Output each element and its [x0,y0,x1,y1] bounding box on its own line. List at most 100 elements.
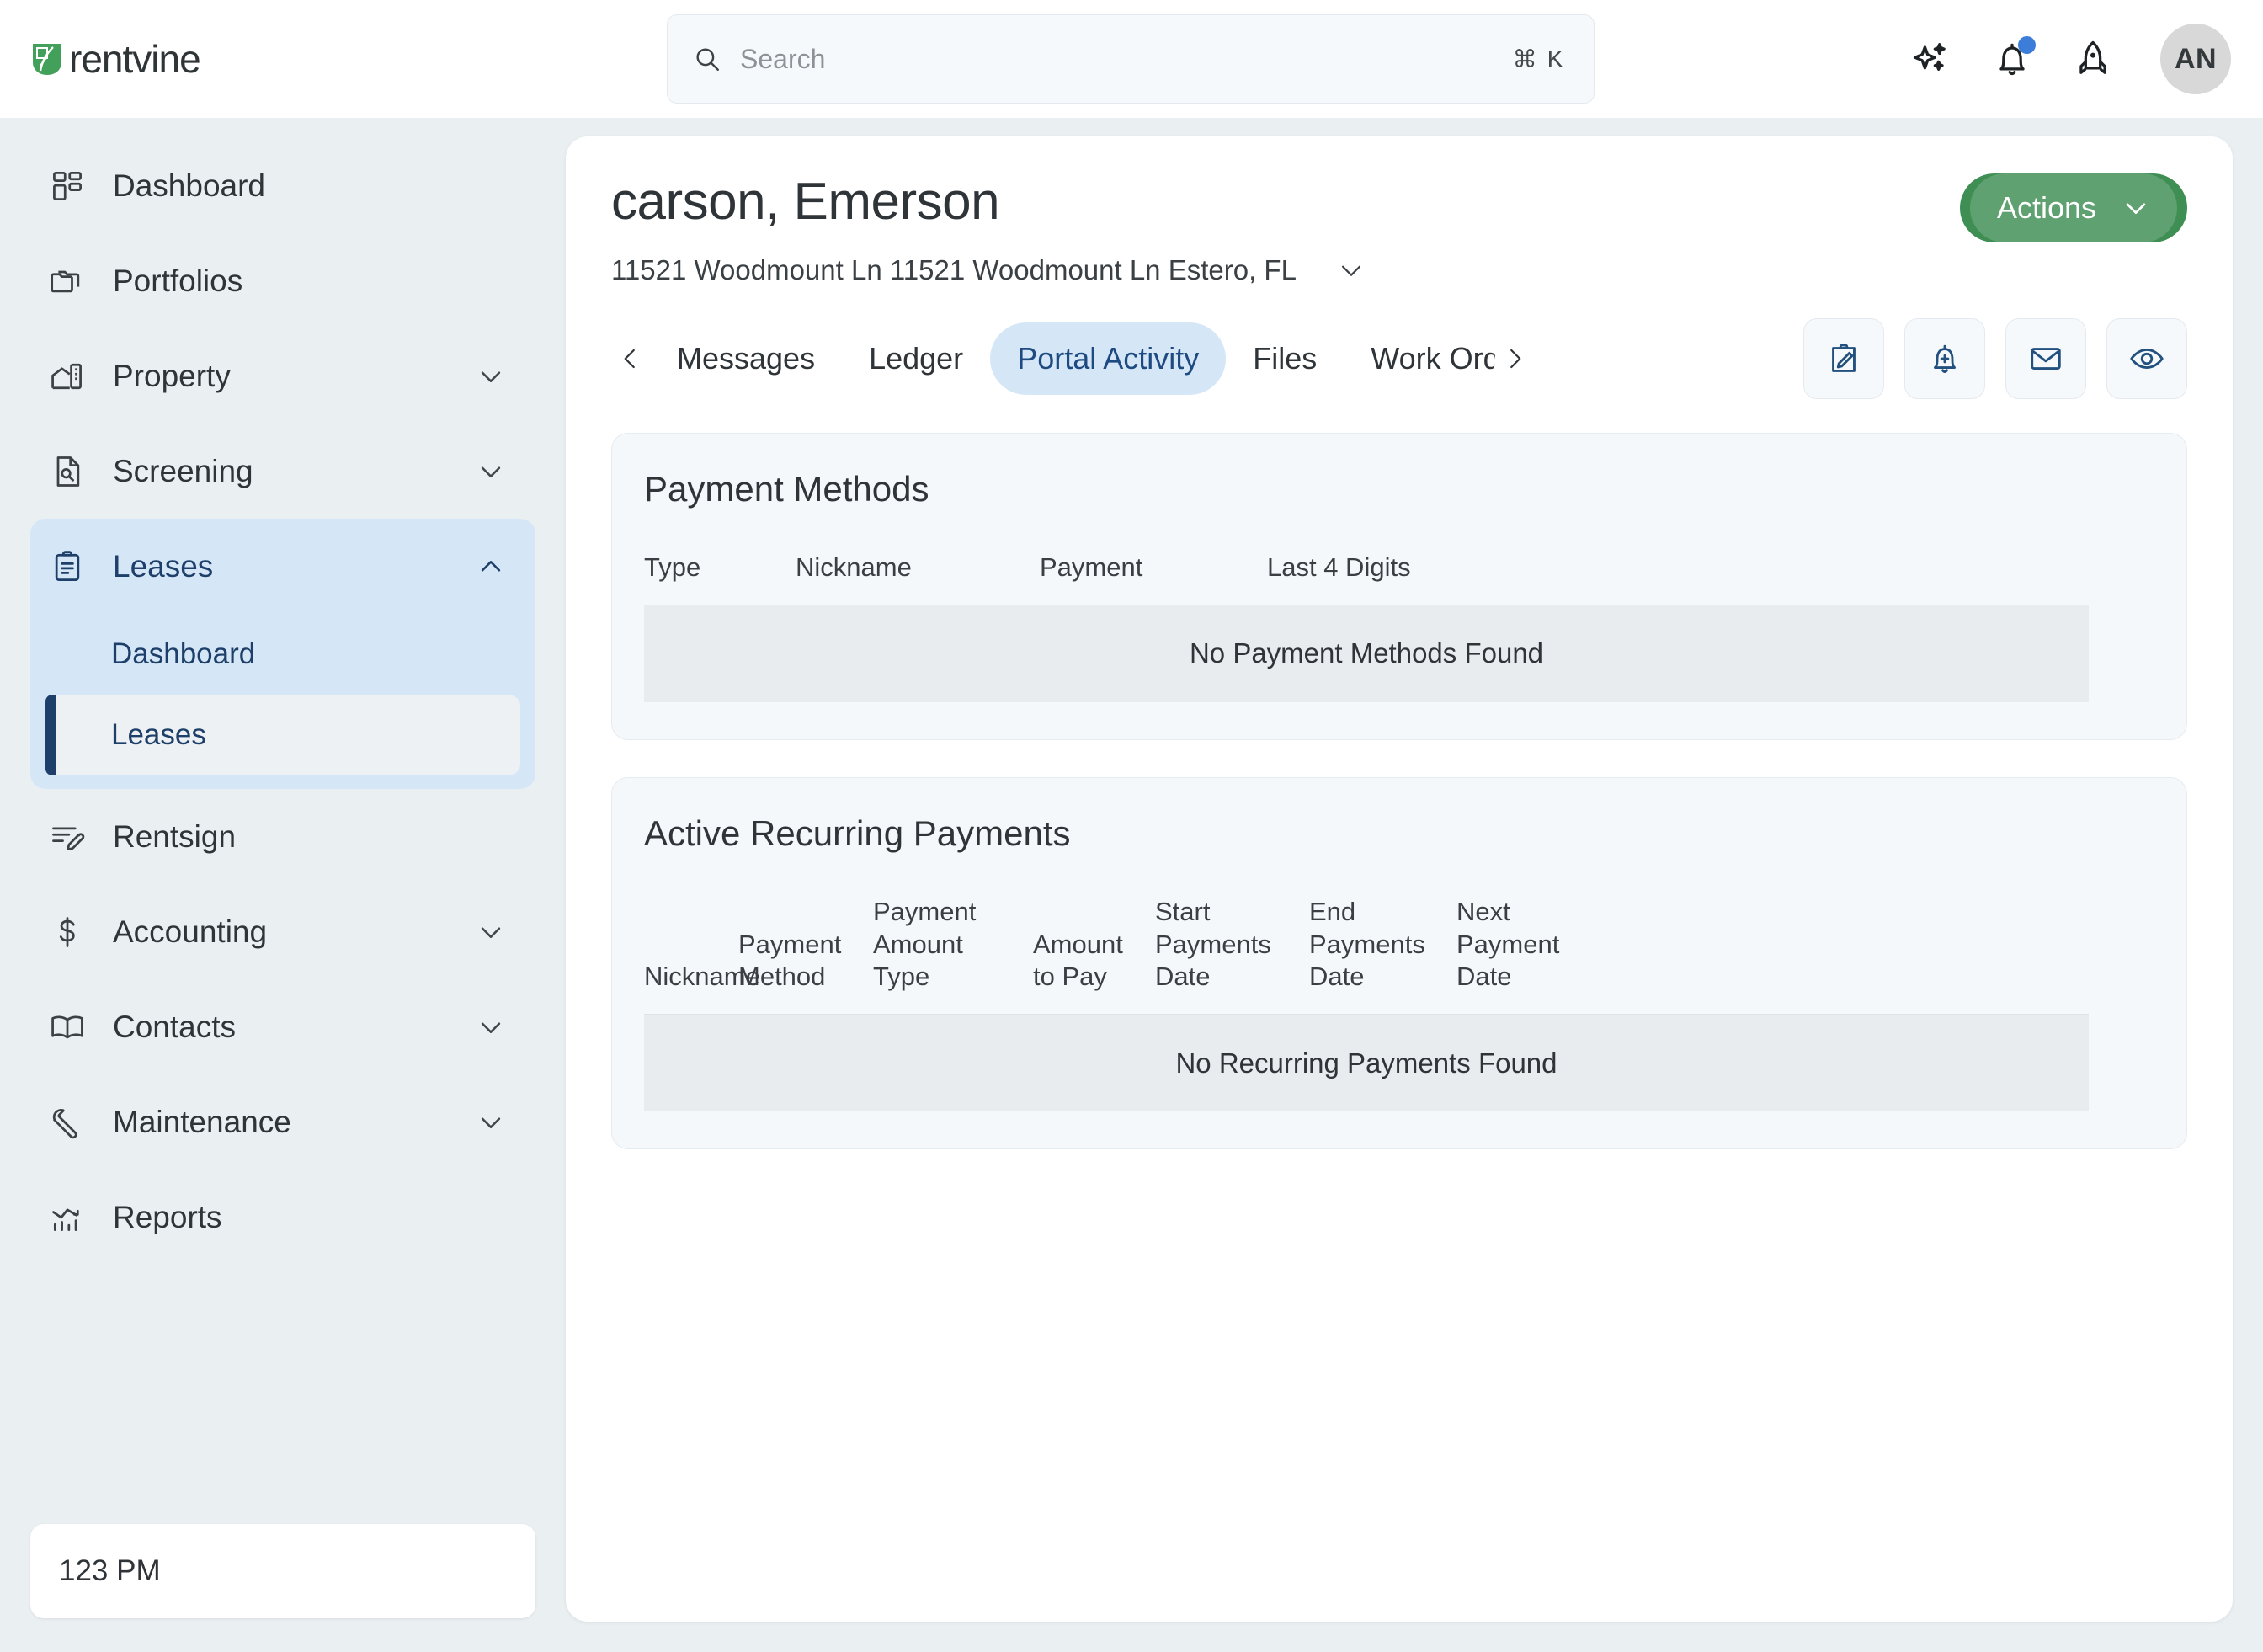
column-header: Start Payments Date [1155,896,1271,992]
view-as-button[interactable] [2106,318,2187,400]
tab-action-buttons [1803,318,2187,400]
column-header: Amount to Pay [1033,929,1123,992]
clipboard-edit-icon [1824,339,1863,378]
sidebar-subitem-leases[interactable]: Leases [45,695,520,775]
payment-methods-table: Type Nickname Payment Last 4 Digits No P… [644,552,2154,702]
column-header: Payment Method [738,929,842,992]
chevron-right-icon[interactable] [1495,339,1534,378]
tab-messages[interactable]: Messages [650,322,842,395]
signature-icon [49,818,86,855]
main-area: carson, Emerson 11521 Woodmount Ln 11521… [566,118,2263,1652]
sidebar-item-label: Contacts [113,1009,237,1044]
tab-portal-activity[interactable]: Portal Activity [990,322,1227,396]
sidebar-item-dashboard[interactable]: Dashboard [30,138,535,233]
time-card: 123 PM [30,1524,535,1618]
sidebar-item-leases[interactable]: Leases [30,519,535,614]
search-icon [693,45,721,73]
brand-logo[interactable]: rentvine [30,36,201,82]
bell-icon[interactable] [1990,36,2036,81]
panel-header: carson, Emerson 11521 Woodmount Ln 11521… [611,173,2187,286]
empty-state-row: No Recurring Payments Found [644,1014,2089,1112]
email-button[interactable] [2005,318,2086,400]
edit-note-button[interactable] [1803,318,1884,400]
sidebar-item-property[interactable]: Property [30,328,535,424]
app-body: Dashboard Portfolios Property Screening … [0,118,2263,1652]
recurring-payments-card: Active Recurring Payments Nickname Payme… [611,776,2187,1150]
sidebar-item-rentsign[interactable]: Rentsign [30,789,535,884]
empty-state-text: No Payment Methods Found [1189,637,1544,669]
sidebar-item-screening[interactable]: Screening [30,424,535,519]
sidebar-subnav-leases: Dashboard Leases [30,614,535,775]
sidebar-subitem-label: Leases [111,718,206,751]
column-header: Next Payment Date [1456,896,1560,992]
chevron-down-icon [2122,194,2150,222]
sidebar-footer: 123 PM [0,1524,566,1652]
sidebar-item-label: Accounting [113,914,268,949]
chevron-down-icon[interactable] [477,457,505,486]
chevron-down-icon[interactable] [477,1013,505,1042]
panel-content: Payment Methods Type Nickname Payment La… [611,433,2187,1186]
empty-state-text: No Recurring Payments Found [1175,1047,1557,1079]
bell-plus-icon [1925,339,1964,378]
search-input[interactable] [740,43,1513,75]
chevron-down-icon[interactable] [1337,256,1366,285]
actions-button-label: Actions [1996,190,2097,225]
content-panel: carson, Emerson 11521 Woodmount Ln 11521… [566,136,2233,1622]
page-title: carson, Emerson [611,173,1000,231]
chevron-left-icon[interactable] [611,339,650,378]
grid-icon [49,168,86,205]
page-heading-block: carson, Emerson 11521 Woodmount Ln 11521… [611,173,1366,286]
sidebar-subitem-label: Dashboard [111,637,256,670]
column-header: Payment Amount Type [873,896,977,992]
property-address-row[interactable]: 11521 Woodmount Ln 11521 Woodmount Ln Es… [611,254,1366,286]
building-icon [49,358,86,395]
table-header-row: Type Nickname Payment Last 4 Digits [644,552,2154,605]
chevron-down-icon[interactable] [477,918,505,946]
actions-button[interactable]: Actions [1960,173,2187,242]
tabs: Messages Ledger Portal Activity Files Wo… [611,322,1781,396]
recurring-payments-title: Active Recurring Payments [644,813,1071,853]
rocket-icon[interactable] [2071,37,2115,81]
book-icon [49,1009,86,1046]
sidebar-subitem-dashboard[interactable]: Dashboard [45,614,520,695]
search-bar[interactable]: ⌘ K [667,14,1595,104]
sidebar-item-label: Screening [113,453,253,488]
clipboard-icon [49,548,86,585]
sidebar-item-portfolios[interactable]: Portfolios [30,233,535,328]
sidebar-item-label: Property [113,358,231,393]
tab-files[interactable]: Files [1226,322,1344,395]
sidebar-item-label: Rentsign [113,818,237,854]
sidebar-item-accounting[interactable]: Accounting [30,884,535,979]
payment-methods-title: Payment Methods [644,469,929,509]
add-reminder-button[interactable] [1904,318,1985,400]
sidebar-item-reports[interactable]: Reports [30,1170,535,1265]
chevron-down-icon[interactable] [477,1108,505,1137]
sidebar-item-maintenance[interactable]: Maintenance [30,1074,535,1170]
recurring-payments-table: Nickname Payment Method Payment Amount T… [644,896,2154,1112]
column-header: End Payments Date [1309,896,1425,992]
table-header-row: Nickname Payment Method Payment Amount T… [644,896,2154,1014]
tab-ledger[interactable]: Ledger [842,322,990,395]
time-card-text: 123 PM [59,1554,161,1587]
top-bar-actions: AN [1909,0,2231,118]
chevron-down-icon[interactable] [477,362,505,391]
wrench-icon [49,1104,86,1141]
chevron-up-icon[interactable] [477,552,505,581]
tab-work-orders[interactable]: Work Orde [1344,322,1495,395]
eye-icon [2127,339,2166,378]
sidebar-group-leases: Leases Dashboard Leases [30,519,535,789]
column-header: Last 4 Digits [1267,552,1411,583]
top-bar: rentvine ⌘ K [0,0,2263,118]
sidebar-item-label: Portfolios [113,263,243,298]
user-avatar[interactable]: AN [2160,24,2231,94]
property-address: 11521 Woodmount Ln 11521 Woodmount Ln Es… [611,254,1297,286]
sidebar-nav: Dashboard Portfolios Property Screening … [0,138,566,1524]
sidebar: Dashboard Portfolios Property Screening … [0,118,566,1652]
document-search-icon [49,453,86,490]
column-header: Nickname [644,962,760,992]
sidebar-item-contacts[interactable]: Contacts [30,979,535,1074]
dollar-icon [49,914,86,951]
empty-state-row: No Payment Methods Found [644,604,2089,702]
chart-icon [49,1199,86,1236]
sparkles-icon[interactable] [1909,37,1953,81]
